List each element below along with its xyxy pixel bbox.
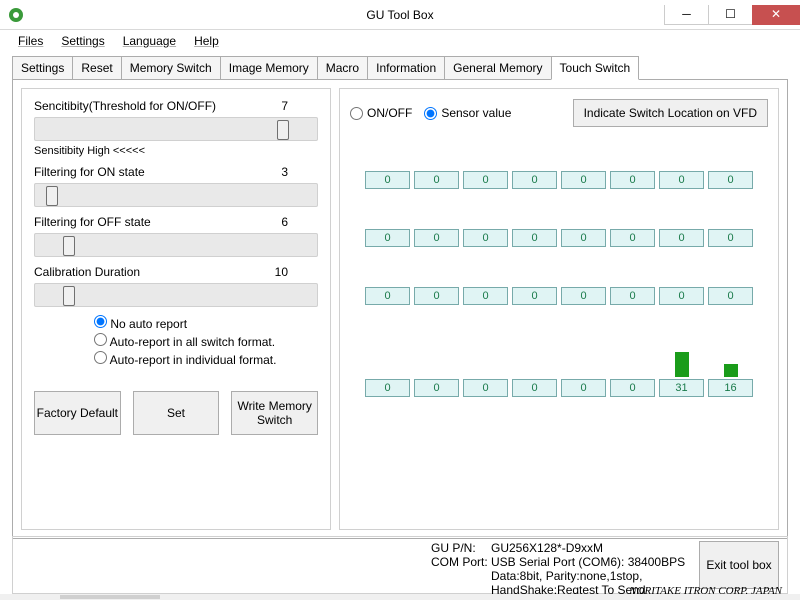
sensor-cell: 0 xyxy=(512,171,557,189)
sensor-cell: 0 xyxy=(610,379,655,397)
sensor-cell: 0 xyxy=(659,229,704,247)
filter-off-label: Filtering for OFF state xyxy=(34,215,151,229)
sensor-cell: 0 xyxy=(463,229,508,247)
sensor-cell: 0 xyxy=(365,379,410,397)
sensor-cell: 0 xyxy=(414,287,459,305)
sensor-cell: 0 xyxy=(365,229,410,247)
filter-on-value: 3 xyxy=(281,165,288,179)
sensitivity-label: Sencitibity(Threshold for ON/OFF) xyxy=(34,99,216,113)
tab-general-memory[interactable]: General Memory xyxy=(444,56,551,80)
sensor-cell: 0 xyxy=(414,171,459,189)
tab-memory-switch[interactable]: Memory Switch xyxy=(121,56,221,80)
report-mode-group: No auto report Auto-report in all switch… xyxy=(94,315,318,369)
minimize-button[interactable]: ─ xyxy=(664,5,709,25)
sensor-cell: 0 xyxy=(414,379,459,397)
menu-help[interactable]: Help xyxy=(194,34,219,48)
sensor-cell: 0 xyxy=(512,379,557,397)
tab-information[interactable]: Information xyxy=(367,56,445,80)
window-title: GU Tool Box xyxy=(366,8,433,22)
sensitivity-slider[interactable] xyxy=(34,117,318,141)
sensor-cell: 0 xyxy=(463,171,508,189)
radio-individual[interactable]: Auto-report in individual format. xyxy=(94,351,318,369)
sensor-cell: 0 xyxy=(659,171,704,189)
radio-no-auto[interactable]: No auto report xyxy=(94,315,318,333)
tab-content-touch-switch: Sencitibity(Threshold for ON/OFF) 7 Sensi… xyxy=(12,79,788,539)
menu-files[interactable]: Files xyxy=(18,34,43,48)
sensor-cell: 0 xyxy=(414,229,459,247)
tab-reset[interactable]: Reset xyxy=(72,56,121,80)
sensor-cell: 0 xyxy=(708,229,753,247)
sensor-cell: 0 xyxy=(561,287,606,305)
indicate-vfd-button[interactable]: Indicate Switch Location on VFD xyxy=(573,99,768,127)
sensor-cell: 0 xyxy=(610,171,655,189)
sensitivity-value: 7 xyxy=(281,99,288,113)
sensor-cell: 31 xyxy=(659,379,704,397)
sensor-cell: 0 xyxy=(463,379,508,397)
sensor-grid: 0000000000000000000000000000003116 xyxy=(350,171,768,397)
sensor-cell: 0 xyxy=(365,171,410,189)
statusbar-gripper xyxy=(60,595,160,599)
tab-settings[interactable]: Settings xyxy=(12,56,73,80)
sensor-cell: 0 xyxy=(512,229,557,247)
filter-on-label: Filtering for ON state xyxy=(34,165,145,179)
write-memory-switch-button[interactable]: Write Memory Switch xyxy=(231,391,318,435)
device-info: GU P/N:GU256X128*-D9xxM COM Port:USB Ser… xyxy=(431,541,685,589)
set-button[interactable]: Set xyxy=(133,391,220,435)
left-panel: Sencitibity(Threshold for ON/OFF) 7 Sensi… xyxy=(21,88,331,530)
calibration-slider[interactable] xyxy=(34,283,318,307)
sensor-cell: 0 xyxy=(610,229,655,247)
sensor-cell: 0 xyxy=(561,229,606,247)
close-button[interactable]: ✕ xyxy=(752,5,800,25)
sensor-cell: 16 xyxy=(708,379,753,397)
sensor-cell: 0 xyxy=(561,379,606,397)
exit-button[interactable]: Exit tool box xyxy=(699,541,779,589)
menu-language[interactable]: Language xyxy=(123,34,176,48)
sensor-cell: 0 xyxy=(561,171,606,189)
sensor-cell: 0 xyxy=(659,287,704,305)
radio-sensor-value[interactable]: Sensor value xyxy=(424,106,511,120)
sensor-cell: 0 xyxy=(708,287,753,305)
sensor-cell: 0 xyxy=(610,287,655,305)
sensor-cell: 0 xyxy=(365,287,410,305)
menu-settings[interactable]: Settings xyxy=(61,34,104,48)
radio-all-switch[interactable]: Auto-report in all switch format. xyxy=(94,333,318,351)
calibration-value: 10 xyxy=(275,265,288,279)
tab-macro[interactable]: Macro xyxy=(317,56,368,80)
calibration-label: Calibration Duration xyxy=(34,265,140,279)
sensor-cell: 0 xyxy=(463,287,508,305)
tab-image-memory[interactable]: Image Memory xyxy=(220,56,318,80)
right-panel: ON/OFF Sensor value Indicate Switch Loca… xyxy=(339,88,779,530)
radio-onoff[interactable]: ON/OFF xyxy=(350,106,412,120)
tab-touch-switch[interactable]: Touch Switch xyxy=(551,56,640,80)
filter-off-slider[interactable] xyxy=(34,233,318,257)
factory-default-button[interactable]: Factory Default xyxy=(34,391,121,435)
filter-on-slider[interactable] xyxy=(34,183,318,207)
maximize-button[interactable]: ☐ xyxy=(708,5,753,25)
titlebar: GU Tool Box ─ ☐ ✕ xyxy=(0,0,800,30)
sensor-cell: 0 xyxy=(708,171,753,189)
sensor-cell: 0 xyxy=(512,287,557,305)
tab-strip: SettingsResetMemory SwitchImage MemoryMa… xyxy=(0,56,800,80)
app-icon xyxy=(8,7,24,23)
sensitivity-hint: Sensitibity High <<<<< xyxy=(34,145,318,157)
menubar: Files Settings Language Help xyxy=(0,30,800,52)
filter-off-value: 6 xyxy=(281,215,288,229)
